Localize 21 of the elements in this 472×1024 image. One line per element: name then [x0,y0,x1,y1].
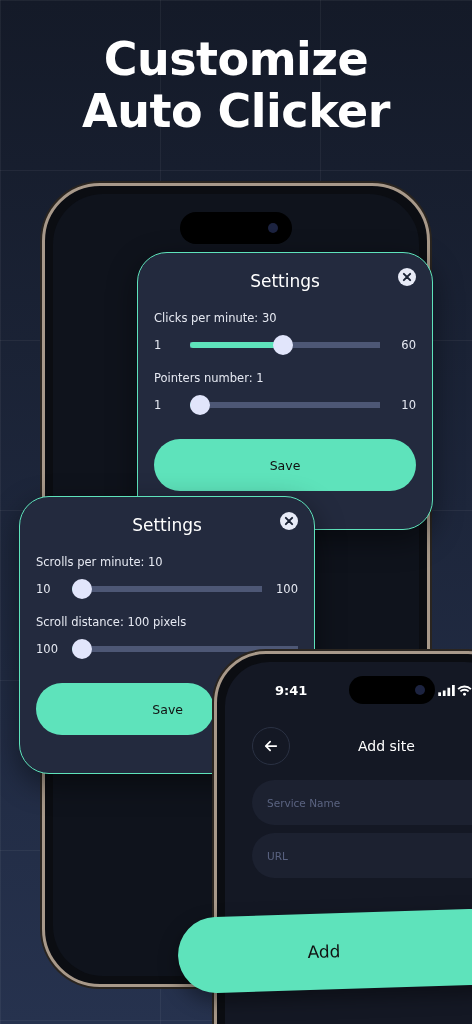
card-title: Settings [132,515,202,535]
slider-min: 1 [154,398,163,412]
headline: Customize [103,34,369,86]
slider-max: 10 [400,398,416,412]
save-button[interactable]: Save [36,683,214,735]
save-button[interactable]: Save [154,439,416,491]
slider-label: Scroll distance: 100 pixels [36,615,188,629]
status-time: 9:41 [275,682,308,698]
slider-label: Clicks per minute: 30 [154,311,278,325]
screen-title: Add site [358,738,415,754]
slider-label: Pointers number: 1 [154,371,265,385]
headline: Auto Clicker [82,85,390,138]
input-field[interactable]: URL [252,833,472,878]
slider-min: 100 [36,642,59,656]
card-title: Settings [250,271,320,291]
slider-min: 1 [154,338,163,352]
slider-max: 60 [400,338,416,352]
slider-min: 10 [36,582,52,596]
slider-label: Scrolls per minute: 10 [36,555,164,569]
slider-max: 100 [275,582,298,596]
input-field[interactable]: Service Name [252,780,472,825]
